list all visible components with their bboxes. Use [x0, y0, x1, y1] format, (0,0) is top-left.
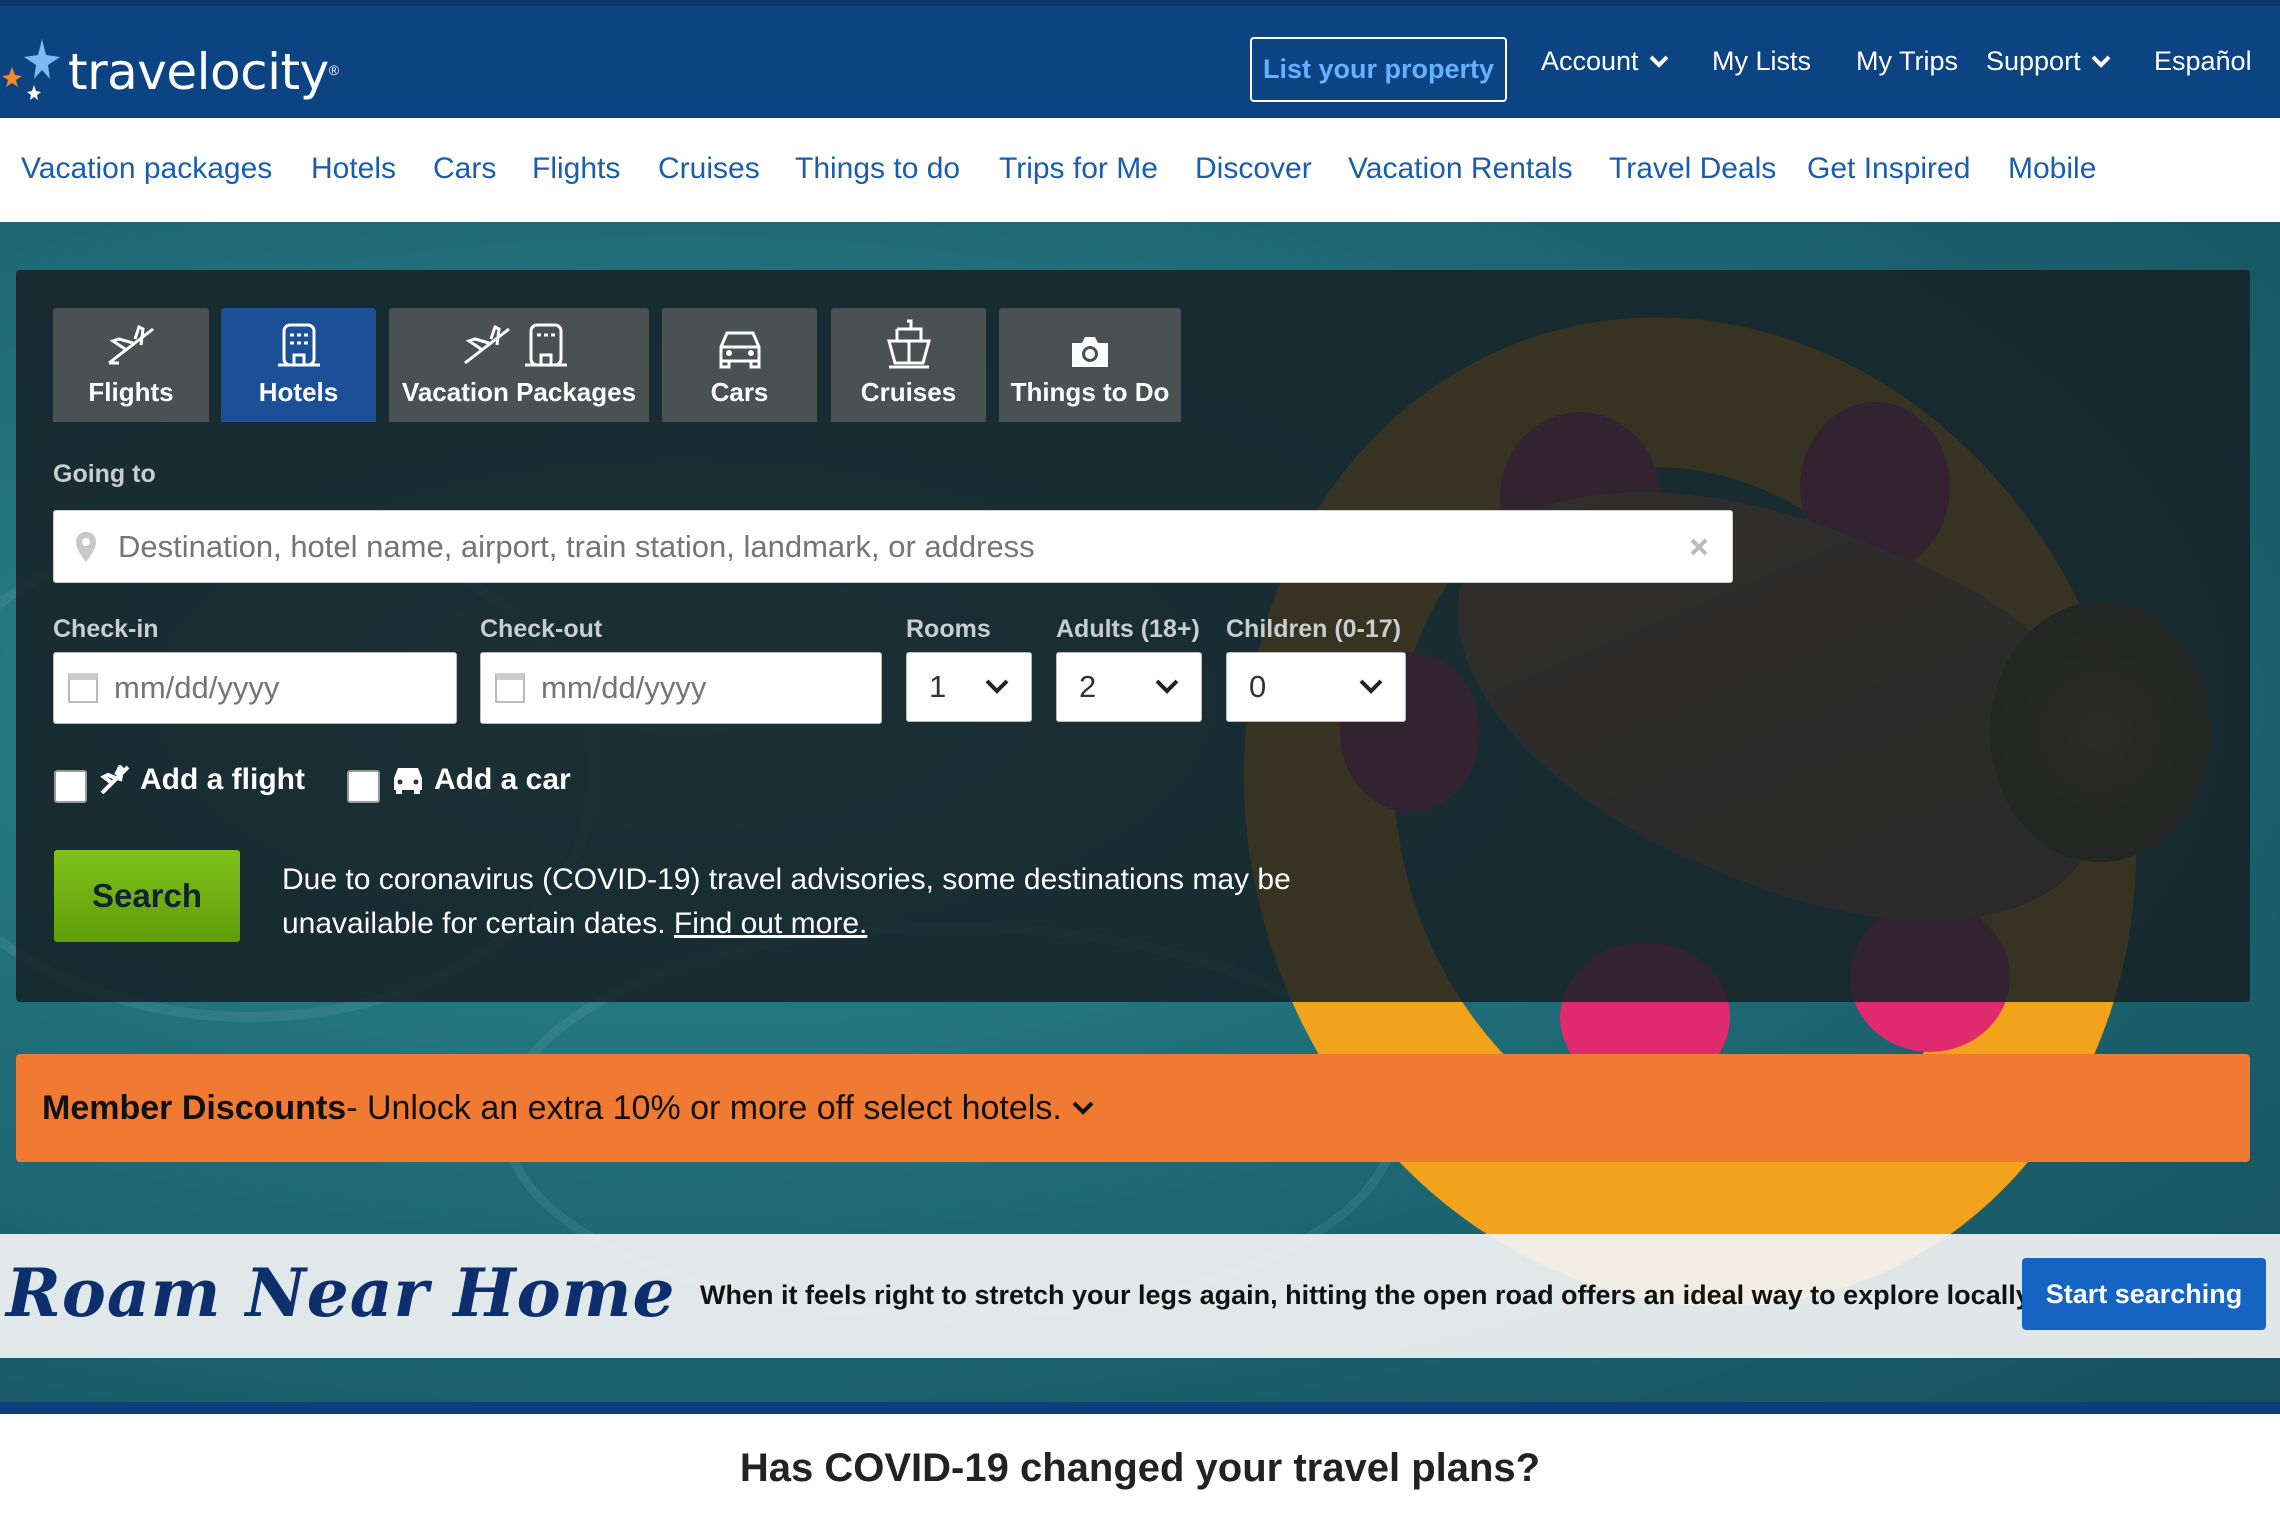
main-nav: Vacation packages Hotels Cars Flights Cr… — [0, 118, 2280, 222]
discount-text: - Unlock an extra 10% or more off select… — [346, 1088, 1062, 1127]
nav-things-to-do[interactable]: Things to do — [795, 152, 960, 186]
adults-label: Adults (18+) — [1056, 615, 1200, 643]
add-flight-checkbox[interactable] — [54, 770, 87, 803]
nav-vacation-packages[interactable]: Vacation packages — [21, 152, 272, 186]
roam-title: Roam Near Home — [6, 1254, 676, 1332]
brand-name: travelocity — [68, 43, 329, 101]
add-car-label[interactable]: Add a car — [392, 763, 571, 797]
rooms-value: 1 — [929, 669, 947, 704]
calendar-icon — [68, 673, 98, 703]
nav-discover[interactable]: Discover — [1195, 152, 1312, 186]
tab-label: Things to Do — [1010, 377, 1170, 407]
rooms-label: Rooms — [906, 615, 991, 643]
destination-field[interactable] — [53, 510, 1733, 583]
children-select[interactable]: 0 — [1226, 652, 1406, 722]
add-car-checkbox[interactable] — [347, 770, 380, 803]
search-panel: Flights Hotels Vacation Packages Cars Cr… — [16, 270, 2250, 1002]
tab-cars[interactable]: Cars — [662, 308, 817, 422]
my-lists-link[interactable]: My Lists — [1712, 46, 1811, 77]
brand-registered: ® — [328, 62, 340, 78]
clear-icon[interactable] — [1690, 538, 1708, 556]
tab-label: Cars — [710, 377, 769, 407]
chevron-down-icon — [2091, 55, 2110, 68]
tab-vacation-packages[interactable]: Vacation Packages — [389, 308, 649, 422]
discount-title: Member Discounts — [42, 1088, 347, 1127]
tab-cruises[interactable]: Cruises — [831, 308, 986, 422]
children-value: 0 — [1249, 669, 1267, 704]
chevron-down-icon — [985, 679, 1009, 694]
nav-vacation-rentals[interactable]: Vacation Rentals — [1348, 152, 1573, 186]
support-label: Support — [1986, 46, 2081, 76]
going-to-label: Going to — [53, 460, 156, 488]
chevron-down-icon — [1649, 55, 1668, 68]
destination-input[interactable] — [118, 528, 1618, 565]
tab-label: Hotels — [258, 377, 339, 407]
roam-text: When it feels right to stretch your legs… — [700, 1280, 2037, 1310]
tab-label: Flights — [88, 377, 174, 407]
ship-icon — [886, 319, 931, 369]
car-icon — [394, 768, 422, 794]
nav-flights[interactable]: Flights — [532, 152, 620, 186]
account-menu[interactable]: Account — [1541, 46, 1669, 77]
list-property-button[interactable]: List your property — [1250, 37, 1507, 102]
adults-value: 2 — [1079, 669, 1097, 704]
covid-heading: Has COVID-19 changed your travel plans? — [739, 1446, 1541, 1490]
account-label: Account — [1541, 46, 1639, 76]
checkin-label: Check-in — [53, 615, 159, 643]
checkin-field[interactable] — [53, 652, 457, 724]
chevron-down-icon — [1072, 1101, 1094, 1115]
section-divider — [0, 1402, 2280, 1414]
add-car-text: Add a car — [434, 763, 571, 796]
tab-flights[interactable]: Flights — [53, 308, 209, 422]
nav-cars[interactable]: Cars — [433, 152, 496, 186]
nav-hotels[interactable]: Hotels — [311, 152, 396, 186]
language-link[interactable]: Español — [2154, 46, 2252, 77]
plane-icon — [100, 765, 130, 795]
chevron-down-icon — [1155, 679, 1179, 694]
search-button[interactable]: Search — [54, 850, 240, 942]
tab-hotels[interactable]: Hotels — [221, 308, 376, 422]
travelocity-logo[interactable]: travelocity ® — [2, 32, 339, 112]
map-pin-icon — [76, 531, 96, 562]
my-trips-link[interactable]: My Trips — [1856, 46, 1958, 77]
package-icon — [464, 323, 567, 367]
add-flight-label[interactable]: Add a flight — [100, 763, 305, 797]
roam-near-home-banner: Roam Near Home When it feels right to st… — [0, 1234, 2280, 1358]
chevron-down-icon — [1359, 679, 1383, 694]
children-label: Children (0-17) — [1226, 615, 1402, 643]
checkin-input[interactable] — [114, 670, 414, 706]
covid-advisory: Due to coronavirus (COVID-19) travel adv… — [282, 858, 1382, 946]
hotel-icon — [277, 323, 320, 367]
star-icon — [2, 39, 60, 100]
checkout-input[interactable] — [541, 670, 841, 706]
camera-icon — [1072, 337, 1108, 367]
adults-select[interactable]: 2 — [1056, 652, 1202, 722]
member-discounts-banner[interactable]: Member Discounts - Unlock an extra 10% o… — [16, 1054, 2250, 1162]
nav-cruises[interactable]: Cruises — [658, 152, 760, 186]
start-searching-button[interactable]: Start searching — [2022, 1258, 2266, 1330]
rooms-select[interactable]: 1 — [906, 652, 1032, 722]
add-flight-text: Add a flight — [140, 763, 305, 796]
checkout-field[interactable] — [480, 652, 882, 724]
car-icon — [719, 331, 760, 369]
tab-label: Cruises — [860, 377, 957, 407]
checkout-label: Check-out — [480, 615, 603, 643]
nav-trips-for-me[interactable]: Trips for Me — [999, 152, 1158, 186]
nav-travel-deals[interactable]: Travel Deals — [1609, 152, 1776, 186]
find-out-more-link[interactable]: Find out more. — [674, 907, 867, 940]
hero-section: Flights Hotels Vacation Packages Cars Cr… — [0, 222, 2280, 1414]
tab-things-to-do[interactable]: Things to Do — [999, 308, 1181, 422]
plane-icon — [108, 324, 154, 365]
calendar-icon — [495, 673, 525, 703]
top-header: travelocity ® List your property Account… — [0, 0, 2280, 118]
nav-mobile[interactable]: Mobile — [2008, 152, 2096, 186]
support-menu[interactable]: Support — [1986, 46, 2111, 77]
tab-label: Vacation Packages — [401, 377, 637, 407]
nav-get-inspired[interactable]: Get Inspired — [1807, 152, 1970, 186]
